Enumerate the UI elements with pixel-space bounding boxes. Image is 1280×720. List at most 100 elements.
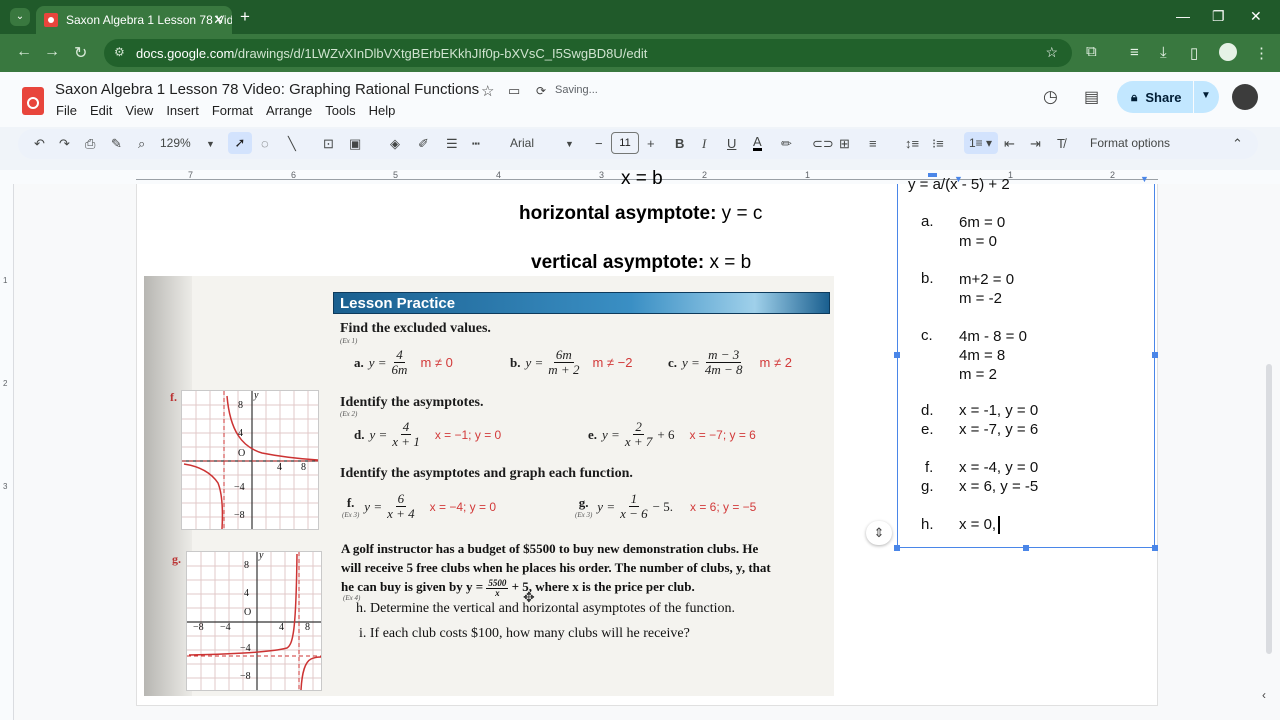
sync-icon: ⟳ [536, 84, 547, 98]
side-panel-toggle-icon[interactable]: ‹ [1262, 688, 1266, 702]
undo-icon[interactable]: ↶ [34, 136, 45, 152]
bold-icon[interactable]: B [675, 136, 684, 151]
resize-handle[interactable] [1152, 352, 1158, 358]
problem-b: b. y = 6m m + 2 m ≠ −2 [510, 347, 633, 377]
border-dash-icon[interactable]: ┅ [472, 136, 480, 152]
underline-icon[interactable]: U [727, 136, 736, 151]
site-info-icon[interactable]: ⚙ [114, 45, 125, 59]
menu-arrange[interactable]: Arrange [266, 103, 312, 118]
text-color-icon[interactable]: A [753, 135, 762, 151]
forward-icon[interactable]: → [44, 43, 60, 61]
format-options-button[interactable]: Format options [1090, 136, 1170, 150]
menu-format[interactable]: Format [212, 103, 253, 118]
star-icon[interactable]: ☆ [481, 82, 494, 100]
graph-g-tick: 4 [279, 622, 284, 633]
shape-icon[interactable]: ◌ [261, 136, 269, 151]
tab-search-icon[interactable]: ⌄ [10, 8, 30, 26]
bookmark-star-icon[interactable]: ☆ [1045, 44, 1058, 61]
align-icon[interactable]: ≡ [869, 136, 877, 151]
account-avatar[interactable] [1232, 84, 1258, 110]
image-icon[interactable]: ▣ [349, 136, 361, 152]
drawings-logo-icon[interactable] [22, 87, 44, 115]
border-color-icon[interactable]: ✐ [418, 136, 429, 152]
profile-icon[interactable] [1219, 43, 1237, 61]
menu-help[interactable]: Help [369, 103, 396, 118]
link-icon[interactable]: ⊂⊃ [812, 136, 834, 152]
zoom-dropdown-icon[interactable]: ▼ [206, 139, 215, 149]
example-ref: (Ex 2) [340, 410, 358, 418]
url-host: docs.google.com [136, 45, 235, 61]
clear-formatting-icon[interactable]: T̸ [1057, 136, 1065, 151]
address-bar-row: ← → ↻ ⚙ docs.google.com/drawings/d/1LWZv… [0, 34, 1280, 72]
menu-edit[interactable]: Edit [90, 103, 112, 118]
decrease-font-icon[interactable]: − [595, 136, 603, 151]
problem-a: a. y = 4 6m m ≠ 0 [354, 347, 453, 377]
share-button[interactable]: 🔒︎ Share ▼ [1117, 81, 1219, 113]
extensions-icon[interactable]: ⧉ [1086, 43, 1097, 60]
document-title[interactable]: Saxon Algebra 1 Lesson 78 Video: Graphin… [55, 81, 479, 98]
side-panel-icon[interactable]: ▯ [1190, 44, 1198, 62]
graph-g-tick: −4 [220, 622, 231, 633]
tab-close-icon[interactable]: ✕ [213, 12, 224, 28]
media-icon[interactable]: ≡ [1130, 44, 1139, 61]
paint-format-icon[interactable]: ✎ [111, 136, 122, 152]
italic-icon[interactable]: I [702, 136, 706, 152]
zoom-select[interactable]: 129% [160, 136, 191, 150]
fill-color-icon[interactable]: ◈ [390, 136, 400, 152]
select-cursor-icon[interactable]: ➚ [228, 132, 252, 154]
question-h: h. Determine the vertical and horizontal… [356, 601, 736, 616]
resize-handle[interactable] [1152, 545, 1158, 551]
collapse-toolbar-icon[interactable]: ⌃ [1232, 136, 1243, 152]
chrome-menu-icon[interactable]: ⋮ [1254, 44, 1269, 62]
download-icon[interactable]: ⤓ [1160, 44, 1167, 61]
url-field[interactable]: ⚙ docs.google.com/drawings/d/1LWZvXInDlb… [104, 39, 1072, 67]
vertical-scrollbar[interactable] [1266, 364, 1272, 654]
graph-g-tick: 8 [244, 560, 249, 571]
minimize-icon[interactable]: — [1176, 8, 1190, 24]
problem-e: e. y = 2x + 7 + 6 x = −7; y = 6 [588, 419, 756, 449]
answer-d: x = -1, y = 0 [959, 402, 1039, 419]
textbox-icon[interactable]: ⊡ [323, 136, 334, 152]
font-select[interactable]: Arial [510, 136, 534, 150]
back-icon[interactable]: ← [16, 43, 32, 61]
add-comment-icon[interactable]: ⊞ [839, 136, 850, 152]
menu-file[interactable]: File [56, 103, 77, 118]
maximize-icon[interactable]: ❐ [1212, 8, 1225, 25]
collapse-spacing-icon[interactable]: ⇕ [866, 521, 892, 545]
menu-tools[interactable]: Tools [325, 103, 355, 118]
answer-e: x = -7, y = 6 [959, 421, 1039, 438]
redo-icon[interactable]: ↷ [59, 136, 70, 152]
line-icon[interactable]: ╲ [288, 136, 296, 152]
print-icon[interactable]: ⎙ [85, 136, 95, 152]
increase-indent-icon[interactable]: ⇥ [1030, 136, 1041, 152]
resize-handle[interactable] [894, 545, 900, 551]
font-size-field[interactable]: 11 [611, 132, 639, 154]
graph-g-tick: 4 [244, 588, 249, 599]
menu-view[interactable]: View [125, 103, 153, 118]
line-spacing-icon[interactable]: ↕≡ [905, 136, 919, 151]
resize-handle[interactable] [894, 352, 900, 358]
decrease-indent-icon[interactable]: ⇤ [1004, 136, 1015, 152]
numbered-list-icon[interactable]: 1≡ ▾ [964, 132, 998, 154]
close-window-icon[interactable]: ✕ [1250, 8, 1262, 25]
menu-insert[interactable]: Insert [166, 103, 199, 118]
url-path: /drawings/d/1LWZvXInDlbVXtgBErbEKkhJIf0p… [234, 45, 648, 61]
save-status: Saving... [555, 84, 598, 96]
graph-f-label: f. [170, 390, 177, 404]
comments-icon[interactable]: ▤ [1084, 87, 1099, 107]
zoom-icon[interactable]: ⌕ [138, 136, 145, 152]
font-dropdown-icon[interactable]: ▼ [565, 139, 574, 149]
answer-h[interactable]: x = 0, [959, 516, 996, 533]
border-weight-icon[interactable]: ☰ [446, 136, 458, 152]
new-tab-icon[interactable]: + [240, 7, 250, 27]
right-margin-marker-icon[interactable]: ▼ [1140, 174, 1149, 184]
bulleted-list-icon[interactable]: ⁝≡ [932, 136, 944, 152]
version-history-icon[interactable]: ◷ [1043, 87, 1058, 107]
increase-font-icon[interactable]: + [647, 136, 655, 151]
highlight-icon[interactable]: ✏ [781, 136, 792, 152]
reload-icon[interactable]: ↻ [74, 43, 87, 63]
resize-handle[interactable] [1023, 545, 1029, 551]
move-folder-icon[interactable]: ▭ [508, 83, 520, 99]
share-dropdown-icon[interactable]: ▼ [1201, 90, 1211, 101]
browser-tab[interactable]: Saxon Algebra 1 Lesson 78 Vide ✕ [36, 6, 232, 34]
